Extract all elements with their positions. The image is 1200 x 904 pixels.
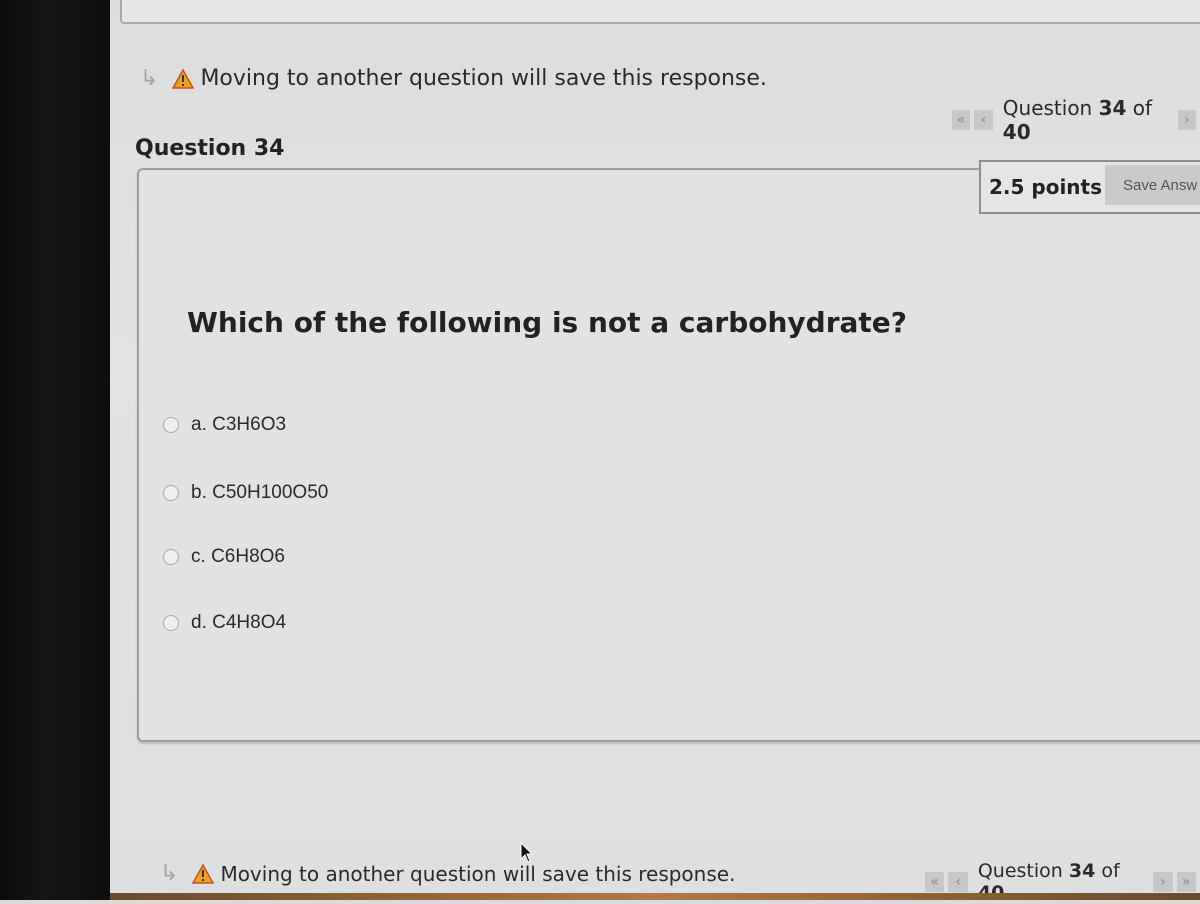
last-question-button[interactable]: » (1176, 872, 1196, 892)
return-arrow-icon: ↳ (160, 861, 179, 886)
previous-question-box (120, 0, 1200, 24)
warning-text: Moving to another question will save thi… (200, 66, 767, 91)
desk-edge (110, 893, 1200, 900)
warning-icon (172, 68, 195, 89)
choice-d[interactable]: d. C4H8O4 (163, 612, 286, 634)
warning-icon (192, 864, 215, 884)
first-question-button[interactable]: « (925, 872, 945, 892)
question-heading: Question 34 (135, 136, 285, 161)
previous-question-button[interactable]: ‹ (948, 872, 968, 892)
radio-button[interactable] (163, 615, 179, 631)
points-label: 2.5 points (989, 175, 1103, 199)
save-warning-bottom: ↳ Moving to another question will save t… (160, 862, 735, 886)
radio-button[interactable] (163, 549, 179, 565)
choice-a[interactable]: a. C3H6O3 (163, 414, 286, 436)
previous-question-button[interactable]: ‹ (974, 110, 993, 130)
first-question-button[interactable]: « (952, 110, 971, 130)
question-navigation-top: « ‹ Question 34 of 40 › (952, 96, 1200, 144)
question-prompt: Which of the following is not a carbohyd… (187, 306, 908, 339)
radio-button[interactable] (163, 417, 179, 433)
question-box (137, 168, 1200, 742)
return-arrow-icon: ↳ (140, 65, 159, 91)
save-warning-top: ↳ Moving to another question will save t… (140, 66, 767, 91)
question-counter: Question 34 of 40 (1002, 96, 1153, 144)
monitor-bezel (0, 0, 112, 900)
save-answer-button[interactable]: Save Answ (1105, 165, 1200, 205)
warning-text: Moving to another question will save thi… (220, 862, 736, 886)
radio-button[interactable] (163, 485, 179, 501)
mouse-cursor-icon (520, 842, 534, 863)
choice-b[interactable]: b. C50H100O50 (163, 482, 328, 504)
choice-c[interactable]: c. C6H8O6 (163, 546, 285, 568)
next-question-button[interactable]: › (1153, 872, 1173, 892)
next-question-button[interactable]: › (1177, 110, 1196, 130)
